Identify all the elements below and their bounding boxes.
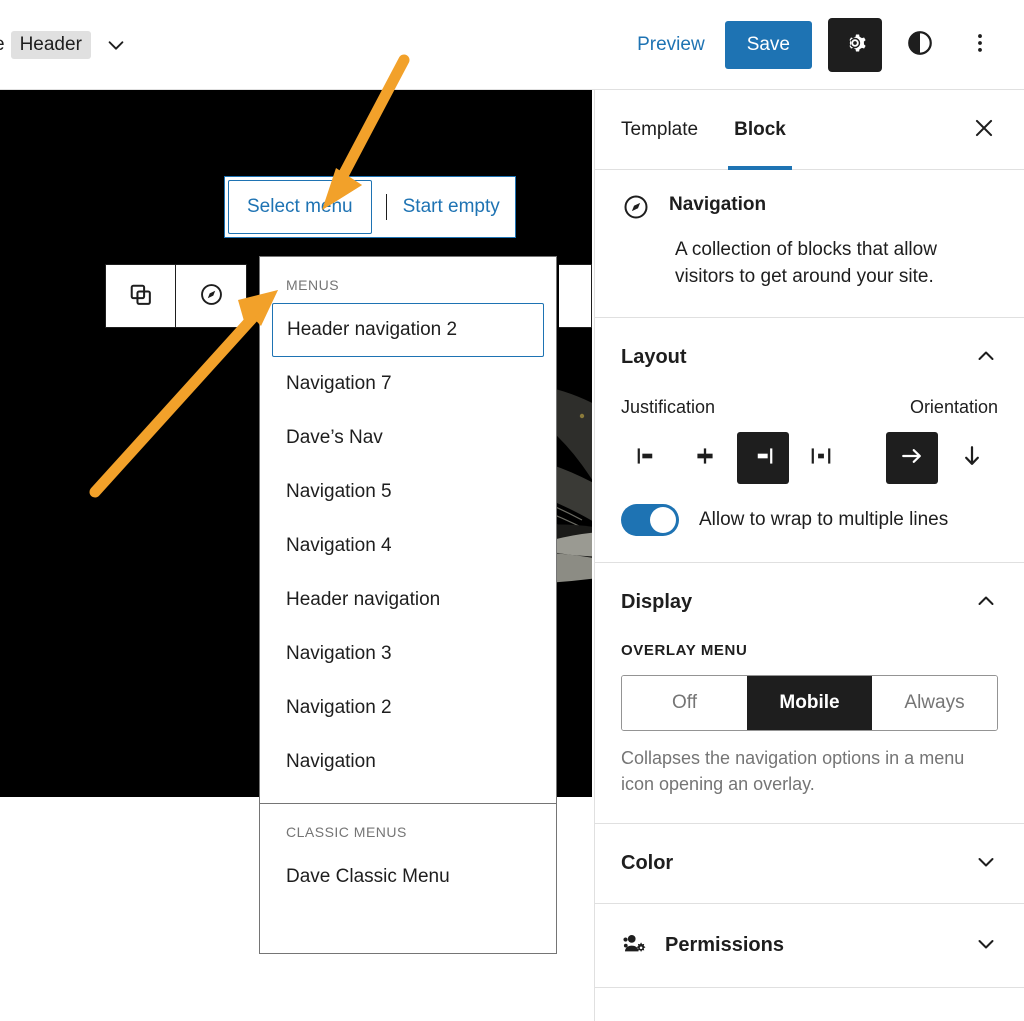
panel-display: Display OVERLAY MENU Off Mobile Always C… [595,563,1024,824]
menu-option-navigation-5[interactable]: Navigation 5 [260,465,556,519]
justify-space-between-icon [807,442,835,473]
orientation-label: Orientation [910,397,998,418]
panel-color-header[interactable]: Color [621,824,998,903]
panel-layout: Layout Justification Orientation [595,318,1024,563]
preview-button[interactable]: Preview [633,28,709,62]
menu-option-navigation-4[interactable]: Navigation 4 [260,519,556,573]
menu-option-daves-nav[interactable]: Dave’s Nav [260,411,556,465]
panel-layout-header[interactable]: Layout [621,318,998,397]
menu-option-header-navigation-2[interactable]: Header navigation 2 [272,303,544,357]
menu-option-header-navigation[interactable]: Header navigation [260,573,556,627]
orientation-control-group [886,432,998,484]
vertical-ellipsis-icon [967,30,993,59]
panel-permissions: Permissions [595,904,1024,988]
arrow-down-icon [958,442,986,473]
menu-option-navigation-7[interactable]: Navigation 7 [260,357,556,411]
menu-selection-popover: MENUS Header navigation 2 Navigation 7 D… [259,256,557,954]
panel-color-title: Color [621,852,673,875]
navigation-block-button[interactable] [176,265,246,327]
block-description: A collection of blocks that allow visito… [675,237,998,291]
popover-section-label-classic-menus: CLASSIC MENUS [260,804,556,850]
justify-space-between-button[interactable] [795,432,847,484]
select-menu-button[interactable]: Select menu [228,180,372,234]
template-prefix-text: e [0,34,5,56]
justify-left-button[interactable] [621,432,673,484]
justify-left-icon [633,442,661,473]
start-empty-button[interactable]: Start empty [401,190,502,224]
chevron-down-icon [974,850,998,877]
justify-right-button[interactable] [737,432,789,484]
tab-template[interactable]: Template [603,90,716,169]
block-toolbar-overflow[interactable] [559,264,592,328]
justify-center-icon [691,442,719,473]
overlay-menu-label: OVERLAY MENU [621,642,998,659]
popover-section-label-menus: MENUS [260,257,556,303]
chevron-down-icon [974,932,998,959]
overlay-option-off[interactable]: Off [622,676,747,730]
wordpress-site-editor: e Header Preview Save [0,0,1024,1021]
panel-layout-body: Justification Orientation [621,397,998,562]
panel-layout-title: Layout [621,346,687,369]
styles-button[interactable] [898,23,942,67]
panel-permissions-title: Permissions [665,934,784,957]
template-name-chip[interactable]: Header [11,31,91,59]
overlay-option-mobile[interactable]: Mobile [747,676,872,730]
arrow-right-icon [898,442,926,473]
orientation-vertical-button[interactable] [946,432,998,484]
settings-button[interactable] [828,18,882,72]
block-info-panel: Navigation A collection of blocks that a… [595,170,1024,318]
navigation-compass-icon [621,192,651,227]
people-gear-icon [621,930,649,961]
justify-right-icon [749,442,777,473]
orientation-horizontal-button[interactable] [886,432,938,484]
toggle-knob [650,507,676,533]
overlay-menu-segmented-control: Off Mobile Always [621,675,998,731]
justification-label: Justification [621,397,715,418]
tab-block[interactable]: Block [716,90,804,169]
block-title: Navigation [669,192,766,216]
top-bar-right-group: Preview Save [633,18,1024,72]
placeholder-separator [386,194,387,220]
chevron-up-icon [974,589,998,616]
copy-blocks-icon [127,281,154,311]
wrap-lines-toggle[interactable] [621,504,679,536]
overlay-menu-help-text: Collapses the navigation options in a me… [621,745,998,797]
menu-option-navigation[interactable]: Navigation [260,735,556,789]
navigation-compass-icon [198,281,225,311]
justify-center-button[interactable] [679,432,731,484]
chevron-down-icon[interactable] [105,34,127,56]
navigation-placeholder: Select menu Start empty [224,176,516,238]
gear-icon [842,30,868,59]
justification-control-group [621,432,847,484]
panel-permissions-header[interactable]: Permissions [621,904,998,987]
close-sidebar-button[interactable] [962,108,1006,152]
overlay-option-always[interactable]: Always [872,676,997,730]
copy-blocks-button[interactable] [106,265,176,327]
close-icon [971,115,997,144]
sidebar-tab-bar: Template Block [595,90,1024,170]
panel-display-title: Display [621,591,692,614]
menu-option-navigation-2[interactable]: Navigation 2 [260,681,556,735]
editor-top-bar: e Header Preview Save [0,0,1024,90]
contrast-half-circle-icon [906,29,934,60]
save-button[interactable]: Save [725,21,812,69]
menu-option-dave-classic-menu[interactable]: Dave Classic Menu [260,850,556,904]
settings-sidebar: Template Block Navigation [594,90,1024,1021]
block-toolbar [105,264,247,328]
panel-display-body: OVERLAY MENU Off Mobile Always Collapses… [621,642,998,823]
chevron-up-icon [974,344,998,371]
menu-option-navigation-3[interactable]: Navigation 3 [260,627,556,681]
top-bar-left-group: e Header [0,31,127,59]
panel-display-header[interactable]: Display [621,563,998,642]
panel-color: Color [595,824,1024,904]
wrap-lines-label: Allow to wrap to multiple lines [699,509,948,531]
more-options-button[interactable] [958,23,1002,67]
